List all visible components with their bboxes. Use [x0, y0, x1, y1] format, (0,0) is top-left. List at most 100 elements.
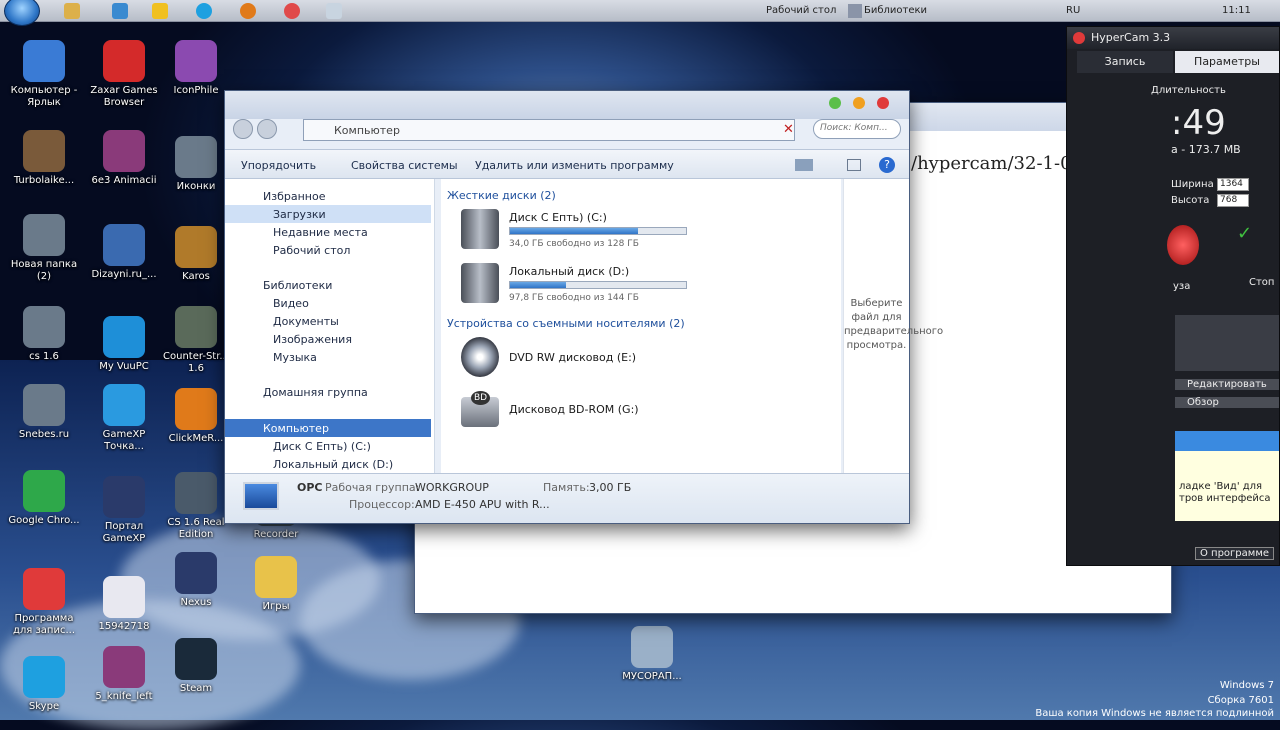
clear-address-icon[interactable]: ✕ [783, 122, 794, 137]
desktop-icon-knife-left[interactable]: 5_knife_left [84, 646, 164, 703]
bd-badge: BD [471, 391, 491, 405]
desktop-icon-dizayni[interactable]: Dizayni.ru_... [84, 224, 164, 281]
width-field[interactable]: 1364 [1217, 178, 1249, 191]
desktop-icon-games[interactable]: Игры [236, 556, 316, 613]
details-pane: OPC Рабочая группа: WORKGROUP Память: 3,… [225, 473, 909, 523]
desktop-icon-cs16[interactable]: cs 1.6 [4, 306, 84, 363]
desktop-icon-iconphile[interactable]: IconPhile [156, 40, 236, 97]
organize-button[interactable]: Упорядочить [241, 159, 316, 172]
system-properties-button[interactable]: Свойства системы [351, 159, 458, 172]
new-folder-icon [23, 214, 65, 256]
close-button[interactable] [877, 97, 889, 109]
clock[interactable]: 11:11 [1222, 5, 1251, 16]
drive-item[interactable]: Локальный диск (D:) 97,8 ГБ свободно из … [461, 263, 701, 311]
firefox-icon[interactable] [240, 3, 256, 19]
desktop-icon-steam[interactable]: Steam [156, 638, 236, 695]
desktop-icon-gamexp-point[interactable]: GameXP Точка... [84, 384, 164, 453]
about-button[interactable]: О программе [1195, 547, 1275, 560]
desktop-icon-nexus[interactable]: Nexus [156, 552, 236, 609]
taskbar-desktop[interactable]: Рабочий стол [766, 5, 836, 16]
title-bar[interactable] [225, 91, 909, 119]
desktop-icon-skype[interactable]: Skype [4, 656, 84, 713]
desktop-icon-label: Google Chro... [8, 515, 80, 526]
drive-item[interactable]: BD Дисковод BD-ROM (G:) [461, 389, 701, 437]
view-icon[interactable] [795, 159, 813, 171]
drive-name: DVD RW дисковод (E:) [509, 351, 637, 364]
monitor-icon[interactable] [112, 3, 128, 19]
desktop-icon-chrome[interactable]: Google Chro... [4, 470, 84, 527]
nav-music[interactable]: Музыка [225, 348, 431, 366]
drive-name: Локальный диск (D:) [509, 265, 630, 278]
drive-item[interactable]: DVD RW дисковод (E:) [461, 337, 701, 385]
nav-computer[interactable]: Компьютер [225, 419, 431, 437]
nav-desktop[interactable]: Рабочий стол [225, 241, 431, 259]
memory-label: Память: [543, 481, 590, 494]
tab-record[interactable]: Запись [1077, 51, 1173, 73]
info-bar [1175, 431, 1279, 451]
nav-homegroup[interactable]: Домашняя группа [225, 383, 431, 401]
nav-downloads[interactable]: Загрузки [225, 205, 431, 223]
desktop-icon-zaxar[interactable]: Zaxar Games Browser [84, 40, 164, 109]
language-indicator[interactable]: RU [1066, 5, 1080, 16]
plus-icon[interactable] [152, 3, 168, 19]
desktop-icon-label: Dizayni.ru_... [91, 269, 157, 280]
desktop-icon-new-folder[interactable]: Новая папка (2) [4, 214, 84, 283]
maximize-button[interactable] [853, 97, 865, 109]
folder-icon[interactable] [64, 3, 80, 19]
nav-images[interactable]: Изображения [225, 330, 431, 348]
desktop-icon-label: Новая папка (2) [10, 259, 78, 282]
desktop-icon-animacii[interactable]: 6e3 Animacii [84, 130, 164, 187]
forward-button[interactable] [257, 119, 277, 139]
group-hard-disks[interactable]: Жесткие диски (2) [447, 189, 556, 202]
group-removable[interactable]: Устройства со съемными носителями (2) [447, 317, 685, 330]
desktop-icon-snebes[interactable]: Snebes.ru [4, 384, 84, 441]
explorer-window[interactable]: Компьютер ✕ Поиск: Комп... Упорядочить С… [224, 90, 943, 524]
hypercam-prog-icon [23, 568, 65, 610]
desktop-icon-computer-shortcut[interactable]: Компьютер - Ярлык [4, 40, 84, 109]
desktop-icon-turbolaike[interactable]: Turbolaike... [4, 130, 84, 187]
desktop-icon-hypercam-prog[interactable]: Программа для запис... [4, 568, 84, 637]
address-bar[interactable]: Компьютер [303, 119, 795, 141]
desktop-icon-recycle-bin[interactable]: МУСОРАП... [612, 626, 692, 683]
nexus-icon [175, 552, 217, 594]
edit-button[interactable]: Редактировать [1175, 379, 1279, 390]
nav-disk-d[interactable]: Локальный диск (D:) [225, 455, 431, 473]
desktop-icon-label: Игры [262, 601, 290, 612]
tab-parameters[interactable]: Параметры [1175, 51, 1279, 73]
desktop-icon-file-15942718[interactable]: 15942718 [84, 576, 164, 633]
nav-video[interactable]: Видео [225, 294, 431, 312]
nav-disk-c[interactable]: Диск С Епть) (C:) [225, 437, 431, 455]
record-button[interactable] [1167, 225, 1199, 265]
start-button[interactable] [4, 0, 40, 26]
height-field[interactable]: 768 [1217, 194, 1249, 207]
usage-fill [510, 228, 639, 234]
browse-button[interactable]: Обзор [1175, 397, 1279, 408]
nav-libraries[interactable]: Библиотеки [225, 276, 431, 294]
checkmark-icon[interactable]: ✓ [1237, 223, 1252, 244]
help-icon[interactable]: ? [879, 157, 895, 173]
taskbar-libraries[interactable]: Библиотеки [864, 5, 927, 16]
preview-area [1175, 315, 1279, 371]
back-button[interactable] [233, 119, 253, 139]
drive-item[interactable]: Диск С Епть) (C:) 34,0 ГБ свободно из 12… [461, 209, 701, 257]
record-icon[interactable] [284, 3, 300, 19]
preview-pane-icon[interactable] [847, 159, 861, 171]
uninstall-button[interactable]: Удалить или изменить программу [475, 159, 674, 172]
workgroup-label: Рабочая группа: [325, 481, 420, 494]
hypercam-window[interactable]: HyperCam 3.3 Запись Параметры Длительнос… [1066, 26, 1280, 566]
nav-documents[interactable]: Документы [225, 312, 431, 330]
gamexp-point-icon [103, 384, 145, 426]
nav-recent[interactable]: Недавние места [225, 223, 431, 241]
search-input[interactable]: Поиск: Комп... [813, 119, 901, 139]
document-icon[interactable] [326, 3, 342, 19]
nav-favorites[interactable]: Избранное [225, 187, 431, 205]
drive-name: Дисковод BD-ROM (G:) [509, 403, 639, 416]
skype-icon[interactable] [196, 3, 212, 19]
pause-label[interactable]: уза [1173, 281, 1190, 292]
hypercam-title[interactable]: HyperCam 3.3 [1067, 27, 1279, 49]
desktop-icon-myvuupc[interactable]: My VuuPC [84, 316, 164, 373]
desktop-icon-gamexp-portal[interactable]: Портал GameXP [84, 476, 164, 545]
stop-label[interactable]: Стоп [1249, 277, 1274, 288]
desktop-icon-label: Zaxar Games Browser [90, 85, 158, 108]
minimize-button[interactable] [829, 97, 841, 109]
